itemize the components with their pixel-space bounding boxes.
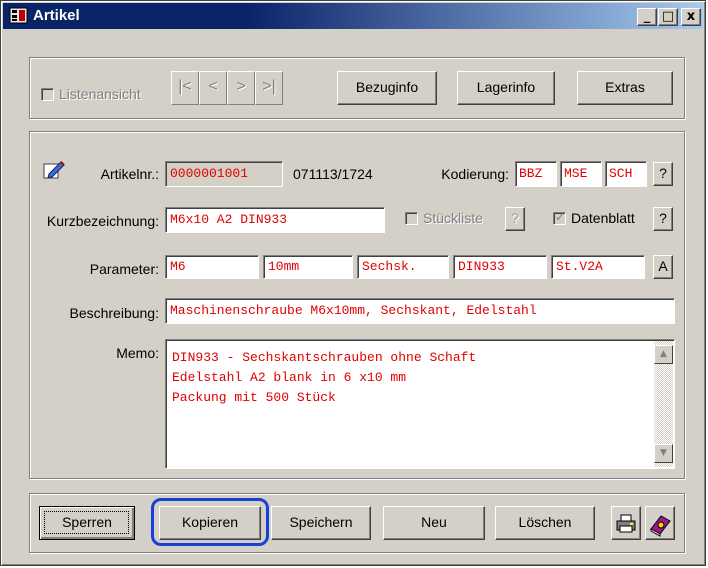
datasheet-checkbox[interactable]: ✓ [553,210,566,225]
coding-help-button[interactable]: ? [653,162,673,186]
copy-button-highlight [151,498,269,546]
printer-icon [616,514,636,533]
coding-field-2[interactable]: MSE [560,161,602,187]
coding-field-3[interactable]: SCH [605,161,647,187]
short-desc-label: Kurzbezeichnung: [46,213,159,229]
datasheet-help-button[interactable]: ? [653,207,673,231]
new-button[interactable]: Neu [383,506,485,540]
param-field-1[interactable]: M6 [165,255,259,279]
param-field-5[interactable]: St.V2A [551,255,645,279]
memo-line-3: Packung mit 500 Stück [172,390,336,405]
article-window: Artikel _ □ x Listenansicht |< < > >| Be… [0,0,706,566]
article-no-field[interactable]: 0000001001 [165,161,283,187]
scroll-down-icon[interactable]: ▼ [654,444,673,463]
article-no-label: Artikelnr.: [100,166,159,182]
title-bar[interactable]: Artikel _ □ x [3,3,703,29]
lagerinfo-button[interactable]: Lagerinfo [457,71,555,105]
nav-next-button[interactable]: > [227,71,255,105]
close-button[interactable]: x [681,8,701,26]
memo-line-2: Edelstahl A2 blank in 6 x10 mm [172,370,407,385]
param-a-button[interactable]: A [653,255,673,279]
param-field-3[interactable]: Sechsk. [357,255,449,279]
lock-button[interactable]: Sperren [39,506,135,540]
bom-help-button[interactable]: ? [505,207,525,231]
nav-prev-button[interactable]: < [199,71,227,105]
scroll-up-icon[interactable]: ▲ [654,345,673,364]
short-desc-field[interactable]: M6x10 A2 DIN933 [165,207,385,233]
print-button[interactable] [611,506,641,540]
focus-rect [44,511,129,534]
description-field[interactable]: Maschinenschraube M6x10mm, Sechskant, Ed… [165,298,675,324]
list-view-label: Listenansicht [59,86,141,102]
timestamp-text: 071113/1724 [293,166,373,182]
save-button[interactable]: Speichern [271,506,371,540]
list-view-checkbox[interactable] [41,88,54,101]
window-title: Artikel [33,7,80,24]
param-field-2[interactable]: 10mm [263,255,353,279]
param-label: Parameter: [89,261,159,277]
extras-button[interactable]: Extras [577,71,673,105]
memo-label: Memo: [116,345,159,361]
datasheet-label: Datenblatt [571,210,635,226]
nav-first-button[interactable]: |< [171,71,199,105]
delete-button[interactable]: Löschen [495,506,595,540]
bezuginfo-button[interactable]: Bezuginfo [337,71,437,105]
help-book-button[interactable] [645,506,675,540]
param-field-4[interactable]: DIN933 [453,255,547,279]
bom-label: Stückliste [423,210,483,226]
nav-last-button[interactable]: >| [255,71,283,105]
bom-checkbox[interactable] [405,212,418,225]
memo-line-1: DIN933 - Sechskantschrauben ohne Schaft [172,350,477,365]
desc-label: Beschreibung: [69,305,159,321]
check-icon: ✓ [555,210,566,224]
memo-scrollbar[interactable]: ▲ ▼ [654,341,673,467]
memo-textarea[interactable]: DIN933 - Sechskantschrauben ohne Schaft … [165,339,675,469]
maximize-button[interactable]: □ [658,8,678,26]
minimize-button[interactable]: _ [637,8,657,26]
coding-field-1[interactable]: BBZ [515,161,557,187]
app-icon [9,7,28,24]
book-icon [650,515,671,537]
coding-label: Kodierung: [441,166,509,182]
